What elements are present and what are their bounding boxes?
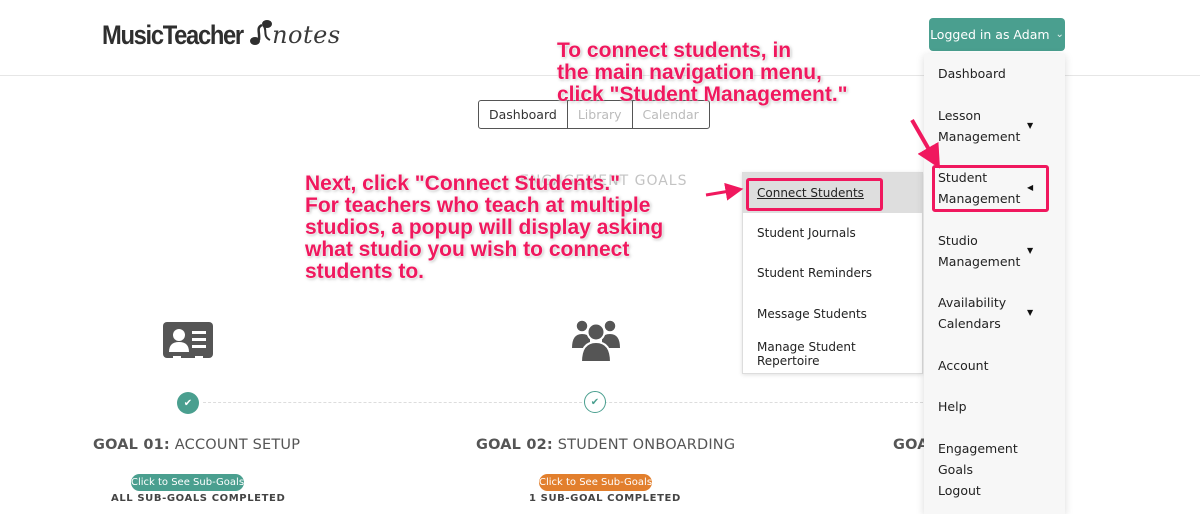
submenu-manage-student-repertoire[interactable]: Manage Student Repertoire xyxy=(743,334,922,374)
goal-1-step-check-icon: ✔ xyxy=(177,392,199,414)
goal-2-name: STUDENT ONBOARDING xyxy=(557,437,736,453)
annotation-step-1: To connect students, in the main navigat… xyxy=(557,40,848,106)
goal-1-number: GOAL 01: xyxy=(93,437,170,453)
chevron-down-icon: ⌄ xyxy=(1055,29,1064,40)
goal-2-step-check-icon: ✔ xyxy=(584,391,606,413)
annotation-line: For teachers who teach at multiple xyxy=(305,194,651,217)
caret-down-icon: ▼ xyxy=(1027,308,1034,317)
menu-item-label: Help xyxy=(938,399,967,414)
arrow-to-connect-students-icon xyxy=(705,182,744,201)
menu-item-label: Engagement Goals xyxy=(938,441,1018,477)
annotation-line: Next, click "Connect Students." xyxy=(305,172,621,195)
menu-item-studio-management[interactable]: Studio Management xyxy=(938,231,1034,272)
goal-2-title: GOAL 02: STUDENT ONBOARDING xyxy=(476,437,735,453)
menu-item-availability-calendars[interactable]: Availability Calendars xyxy=(938,293,1034,334)
music-note-icon xyxy=(248,18,274,52)
menu-item-account[interactable]: Account xyxy=(938,356,1056,377)
annotation-line: students to. xyxy=(305,260,424,283)
annotation-line: studios, a popup will display asking xyxy=(305,216,664,239)
goal-timeline-line xyxy=(188,402,928,403)
menu-item-dashboard[interactable]: Dashboard xyxy=(938,64,1056,85)
menu-item-label: Dashboard xyxy=(938,66,1006,81)
annotation-line: the main navigation menu, xyxy=(557,61,822,84)
user-menu-button[interactable]: Logged in as Adam ⌄ xyxy=(929,18,1065,51)
caret-down-icon: ▼ xyxy=(1027,246,1034,255)
goal-1-subgoals-button[interactable]: Click to See Sub-Goals xyxy=(131,474,244,491)
menu-item-label: Logout xyxy=(938,483,981,498)
annotation-line: To connect students, in xyxy=(557,39,792,62)
id-card-icon xyxy=(163,322,213,366)
menu-item-logout[interactable]: Logout xyxy=(938,481,1056,502)
annotation-line: what studio you wish to connect xyxy=(305,238,630,261)
menu-item-label: Account xyxy=(938,358,989,373)
tab-dashboard[interactable]: Dashboard xyxy=(479,101,568,128)
menu-item-label: Availability Calendars xyxy=(938,295,1007,331)
highlight-connect-students xyxy=(746,178,883,211)
goal-2-subgoals-button[interactable]: Click to See Sub-Goals xyxy=(539,474,652,491)
goal-2-number: GOAL 02: xyxy=(476,437,553,453)
submenu-student-reminders[interactable]: Student Reminders xyxy=(743,253,922,293)
annotation-step-2: Next, click "Connect Students." For teac… xyxy=(305,173,663,283)
logo-text: MusicTeacher xyxy=(102,19,244,50)
menu-item-label: Studio Management xyxy=(938,233,1021,269)
users-icon xyxy=(571,316,621,368)
user-menu-label: Logged in as Adam xyxy=(930,27,1050,42)
menu-item-help[interactable]: Help xyxy=(938,397,1056,418)
menu-item-engagement-goals[interactable]: Engagement Goals xyxy=(938,439,1056,480)
goal-1-status: ALL SUB-GOALS COMPLETED xyxy=(111,493,286,504)
goal-1-title: GOAL 01: ACCOUNT SETUP xyxy=(93,437,300,453)
highlight-student-management xyxy=(932,165,1049,212)
logo-notes-text: notes xyxy=(272,21,341,49)
logo[interactable]: MusicTeacher notes xyxy=(102,18,341,52)
main-navigation-menu: Dashboard Lesson Management ▼ Student Ma… xyxy=(924,54,1065,514)
caret-down-icon: ▼ xyxy=(1027,121,1034,130)
annotation-line: click "Student Management." xyxy=(557,83,848,106)
goal-2-status: 1 SUB-GOAL COMPLETED xyxy=(529,493,681,504)
goal-1-name: ACCOUNT SETUP xyxy=(174,437,301,453)
menu-item-lesson-management[interactable]: Lesson Management xyxy=(938,106,1034,147)
submenu-message-students[interactable]: Message Students xyxy=(743,294,922,334)
menu-item-label: Lesson Management xyxy=(938,108,1021,144)
submenu-student-journals[interactable]: Student Journals xyxy=(743,213,922,253)
